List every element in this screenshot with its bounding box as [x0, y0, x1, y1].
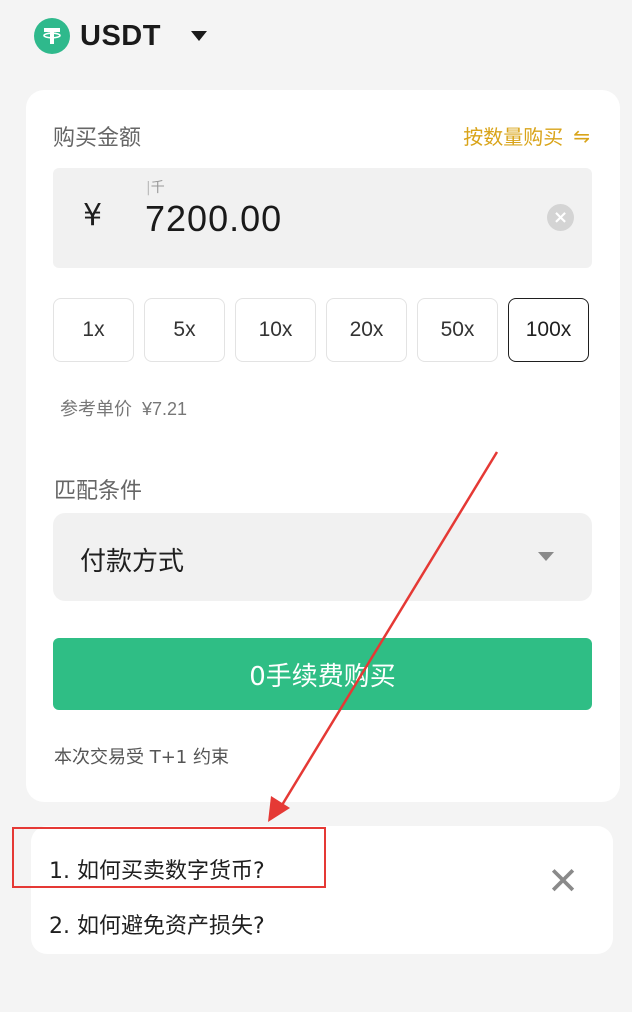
multiplier-100x[interactable]: 100x	[508, 298, 589, 362]
multiplier-50x[interactable]: 50x	[417, 298, 498, 362]
faq-link-2[interactable]: 2. 如何避免资产损失?	[49, 908, 265, 940]
amount-input[interactable]	[145, 196, 505, 242]
matching-label: 匹配条件	[54, 479, 143, 504]
close-icon[interactable]: ✕	[547, 862, 579, 900]
caret-down-icon[interactable]	[190, 31, 207, 41]
buy-button[interactable]: 0手续费购买	[53, 638, 592, 710]
unit-hint: |千	[146, 180, 165, 196]
unit-hint-text: 千	[150, 180, 165, 196]
amount-label: 购买金额	[53, 126, 142, 151]
buy-card: 购买金额 按数量购买 ⇋ ¥ |千 × 1x 5x 10x 20x 50x 10…	[26, 90, 620, 802]
tether-icon	[34, 18, 70, 54]
multiplier-5x[interactable]: 5x	[144, 298, 225, 362]
clear-icon[interactable]: ×	[547, 204, 574, 231]
multiplier-1x[interactable]: 1x	[53, 298, 134, 362]
amount-field[interactable]: ¥ |千 ×	[53, 168, 592, 268]
multiplier-10x[interactable]: 10x	[235, 298, 316, 362]
multiplier-group: 1x 5x 10x 20x 50x 100x	[53, 298, 589, 362]
buy-by-quantity-label: 按数量购买	[463, 125, 564, 149]
caret-down-icon	[538, 552, 554, 561]
coin-symbol: USDT	[80, 19, 161, 52]
reference-price: 参考单价 ¥7.21	[60, 395, 187, 421]
coin-selector[interactable]: USDT	[34, 14, 207, 58]
reference-price-value: ¥7.21	[142, 399, 188, 419]
currency-symbol: ¥	[83, 198, 103, 233]
payment-method-label: 付款方式	[80, 547, 185, 577]
annotation-highlight-box	[12, 827, 326, 888]
multiplier-20x[interactable]: 20x	[326, 298, 407, 362]
reference-price-label: 参考单价	[60, 399, 132, 420]
swap-icon: ⇋	[573, 123, 590, 148]
buy-by-quantity-toggle[interactable]: 按数量购买 ⇋	[463, 121, 590, 150]
t1-notice: 本次交易受 T+1 约束	[54, 747, 229, 768]
payment-method-select[interactable]: 付款方式	[53, 513, 592, 601]
